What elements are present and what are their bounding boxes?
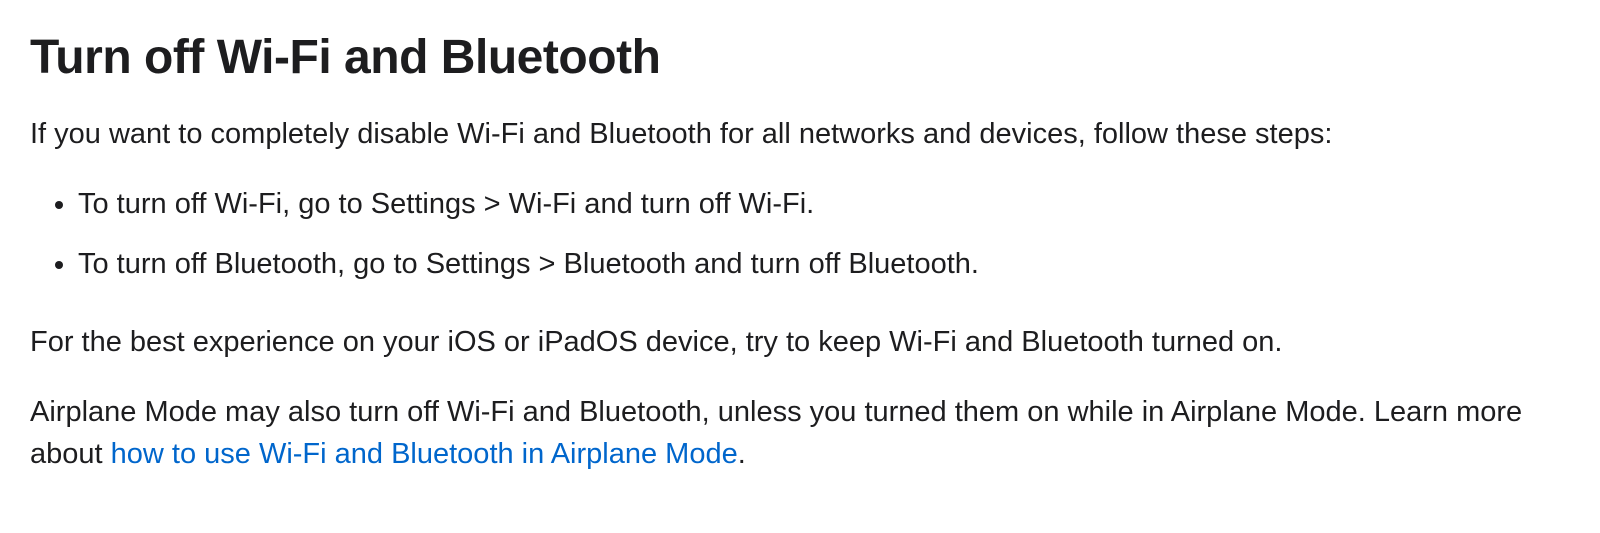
airplane-mode-link[interactable]: how to use Wi-Fi and Bluetooth in Airpla… — [111, 438, 738, 470]
list-item: To turn off Wi-Fi, go to Settings > Wi-F… — [78, 183, 1570, 225]
note-paragraph: For the best experience on your iOS or i… — [30, 321, 1570, 363]
section-heading: Turn off Wi-Fi and Bluetooth — [30, 30, 1570, 85]
list-item: To turn off Bluetooth, go to Settings > … — [78, 243, 1570, 285]
airplane-post-text: . — [738, 438, 746, 470]
steps-list: To turn off Wi-Fi, go to Settings > Wi-F… — [30, 183, 1570, 285]
intro-paragraph: If you want to completely disable Wi-Fi … — [30, 113, 1570, 155]
airplane-paragraph: Airplane Mode may also turn off Wi-Fi an… — [30, 391, 1570, 475]
